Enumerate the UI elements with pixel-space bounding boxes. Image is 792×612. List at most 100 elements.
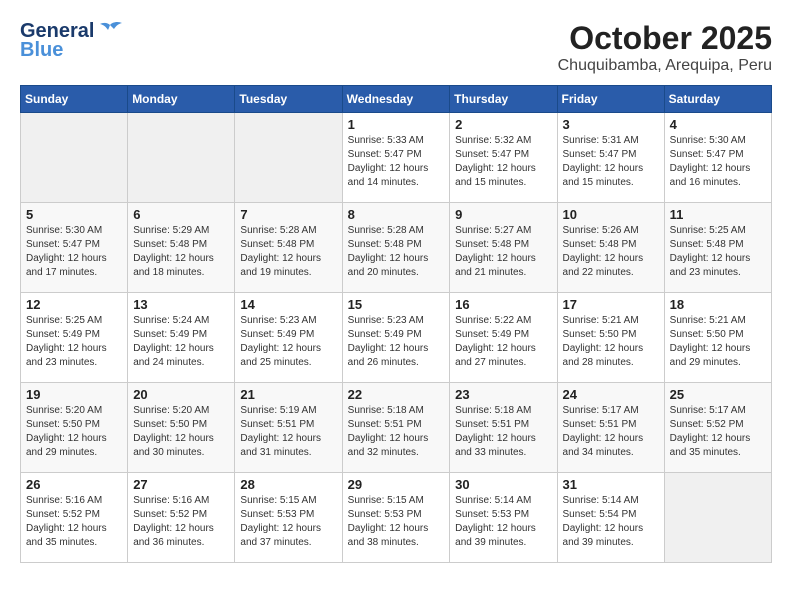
day-number: 5 (26, 207, 122, 222)
day-info: Sunrise: 5:27 AM Sunset: 5:48 PM Dayligh… (455, 224, 551, 280)
weekday-header-saturday: Saturday (664, 86, 771, 113)
weekday-header-monday: Monday (128, 86, 235, 113)
calendar-cell: 24 Sunrise: 5:17 AM Sunset: 5:51 PM Dayli… (557, 383, 664, 473)
day-info: Sunrise: 5:15 AM Sunset: 5:53 PM Dayligh… (240, 494, 336, 550)
weekday-header-row: SundayMondayTuesdayWednesdayThursdayFrid… (21, 86, 772, 113)
title-section: October 2025 Chuquibamba, Arequipa, Peru (558, 20, 772, 75)
month-title: October 2025 (558, 20, 772, 57)
day-info: Sunrise: 5:15 AM Sunset: 5:53 PM Dayligh… (348, 494, 445, 550)
day-number: 2 (455, 117, 551, 132)
day-info: Sunrise: 5:21 AM Sunset: 5:50 PM Dayligh… (670, 314, 766, 370)
calendar-cell: 5 Sunrise: 5:30 AM Sunset: 5:47 PM Daylig… (21, 203, 128, 293)
week-row-1: 1 Sunrise: 5:33 AM Sunset: 5:47 PM Daylig… (21, 113, 772, 203)
logo-bird-icon (96, 21, 124, 43)
day-number: 27 (133, 477, 229, 492)
day-info: Sunrise: 5:17 AM Sunset: 5:52 PM Dayligh… (670, 404, 766, 460)
day-info: Sunrise: 5:31 AM Sunset: 5:47 PM Dayligh… (563, 134, 659, 190)
day-number: 21 (240, 387, 336, 402)
day-info: Sunrise: 5:20 AM Sunset: 5:50 PM Dayligh… (26, 404, 122, 460)
day-number: 11 (670, 207, 766, 222)
calendar-cell: 15Sunrise: 5:23 AM Sunset: 5:49 PM Dayli… (342, 293, 450, 383)
day-number: 9 (455, 207, 551, 222)
calendar-cell: 4 Sunrise: 5:30 AM Sunset: 5:47 PM Daylig… (664, 113, 771, 203)
calendar-cell: 16 Sunrise: 5:22 AM Sunset: 5:49 PM Dayli… (450, 293, 557, 383)
day-info: Sunrise: 5:14 AM Sunset: 5:54 PM Dayligh… (563, 494, 659, 550)
day-number: 20 (133, 387, 229, 402)
logo: General Blue (20, 20, 124, 62)
day-number: 25 (670, 387, 766, 402)
header: General Blue October 2025 Chuquibamba, A… (20, 20, 772, 75)
calendar-cell (664, 473, 771, 563)
day-info: Sunrise: 5:32 AM Sunset: 5:47 PM Dayligh… (455, 134, 551, 190)
day-number: 8 (348, 207, 445, 222)
day-number: 4 (670, 117, 766, 132)
day-info: Sunrise: 5:24 AM Sunset: 5:49 PM Dayligh… (133, 314, 229, 370)
day-number: 1 (348, 117, 445, 132)
weekday-header-sunday: Sunday (21, 86, 128, 113)
day-info: Sunrise: 5:30 AM Sunset: 5:47 PM Dayligh… (26, 224, 122, 280)
day-number: 3 (563, 117, 659, 132)
day-info: Sunrise: 5:29 AM Sunset: 5:48 PM Dayligh… (133, 224, 229, 280)
calendar-table: SundayMondayTuesdayWednesdayThursdayFrid… (20, 85, 772, 563)
day-info: Sunrise: 5:33 AM Sunset: 5:47 PM Dayligh… (348, 134, 445, 190)
calendar-cell: 25 Sunrise: 5:17 AM Sunset: 5:52 PM Dayli… (664, 383, 771, 473)
calendar-cell: 8 Sunrise: 5:28 AM Sunset: 5:48 PM Daylig… (342, 203, 450, 293)
day-info: Sunrise: 5:16 AM Sunset: 5:52 PM Dayligh… (26, 494, 122, 550)
day-info: Sunrise: 5:14 AM Sunset: 5:53 PM Dayligh… (455, 494, 551, 550)
calendar-cell: 29 Sunrise: 5:15 AM Sunset: 5:53 PM Dayli… (342, 473, 450, 563)
calendar-cell: 27 Sunrise: 5:16 AM Sunset: 5:52 PM Dayli… (128, 473, 235, 563)
day-number: 6 (133, 207, 229, 222)
day-info: Sunrise: 5:30 AM Sunset: 5:47 PM Dayligh… (670, 134, 766, 190)
day-number: 18 (670, 297, 766, 312)
logo-blue: Blue (20, 39, 63, 62)
day-number: 30 (455, 477, 551, 492)
calendar-cell: 13 Sunrise: 5:24 AM Sunset: 5:49 PM Dayli… (128, 293, 235, 383)
weekday-header-friday: Friday (557, 86, 664, 113)
day-number: 23 (455, 387, 551, 402)
day-info: Sunrise: 5:22 AM Sunset: 5:49 PM Dayligh… (455, 314, 551, 370)
calendar-cell: 21Sunrise: 5:19 AM Sunset: 5:51 PM Dayli… (235, 383, 342, 473)
day-number: 14 (240, 297, 336, 312)
calendar-cell: 10Sunrise: 5:26 AM Sunset: 5:48 PM Dayli… (557, 203, 664, 293)
calendar-cell (21, 113, 128, 203)
calendar-cell: 22Sunrise: 5:18 AM Sunset: 5:51 PM Dayli… (342, 383, 450, 473)
calendar-cell: 9 Sunrise: 5:27 AM Sunset: 5:48 PM Daylig… (450, 203, 557, 293)
day-info: Sunrise: 5:28 AM Sunset: 5:48 PM Dayligh… (348, 224, 445, 280)
calendar-cell: 3 Sunrise: 5:31 AM Sunset: 5:47 PM Daylig… (557, 113, 664, 203)
week-row-5: 26 Sunrise: 5:16 AM Sunset: 5:52 PM Dayli… (21, 473, 772, 563)
day-number: 16 (455, 297, 551, 312)
day-info: Sunrise: 5:17 AM Sunset: 5:51 PM Dayligh… (563, 404, 659, 460)
day-number: 29 (348, 477, 445, 492)
day-info: Sunrise: 5:26 AM Sunset: 5:48 PM Dayligh… (563, 224, 659, 280)
calendar-cell (235, 113, 342, 203)
calendar-cell: 23 Sunrise: 5:18 AM Sunset: 5:51 PM Dayli… (450, 383, 557, 473)
day-info: Sunrise: 5:25 AM Sunset: 5:48 PM Dayligh… (670, 224, 766, 280)
weekday-header-wednesday: Wednesday (342, 86, 450, 113)
day-number: 28 (240, 477, 336, 492)
day-info: Sunrise: 5:18 AM Sunset: 5:51 PM Dayligh… (348, 404, 445, 460)
day-number: 12 (26, 297, 122, 312)
day-info: Sunrise: 5:25 AM Sunset: 5:49 PM Dayligh… (26, 314, 122, 370)
day-number: 13 (133, 297, 229, 312)
day-info: Sunrise: 5:28 AM Sunset: 5:48 PM Dayligh… (240, 224, 336, 280)
calendar-cell: 6 Sunrise: 5:29 AM Sunset: 5:48 PM Daylig… (128, 203, 235, 293)
day-number: 7 (240, 207, 336, 222)
day-number: 31 (563, 477, 659, 492)
day-info: Sunrise: 5:18 AM Sunset: 5:51 PM Dayligh… (455, 404, 551, 460)
calendar-cell: 2 Sunrise: 5:32 AM Sunset: 5:47 PM Daylig… (450, 113, 557, 203)
day-number: 26 (26, 477, 122, 492)
day-info: Sunrise: 5:16 AM Sunset: 5:52 PM Dayligh… (133, 494, 229, 550)
day-number: 17 (563, 297, 659, 312)
week-row-4: 19 Sunrise: 5:20 AM Sunset: 5:50 PM Dayli… (21, 383, 772, 473)
weekday-header-tuesday: Tuesday (235, 86, 342, 113)
calendar-cell: 12 Sunrise: 5:25 AM Sunset: 5:49 PM Dayli… (21, 293, 128, 383)
day-info: Sunrise: 5:21 AM Sunset: 5:50 PM Dayligh… (563, 314, 659, 370)
day-info: Sunrise: 5:23 AM Sunset: 5:49 PM Dayligh… (240, 314, 336, 370)
calendar-cell: 30 Sunrise: 5:14 AM Sunset: 5:53 PM Dayli… (450, 473, 557, 563)
day-info: Sunrise: 5:20 AM Sunset: 5:50 PM Dayligh… (133, 404, 229, 460)
day-number: 24 (563, 387, 659, 402)
calendar-cell: 7 Sunrise: 5:28 AM Sunset: 5:48 PM Daylig… (235, 203, 342, 293)
day-number: 19 (26, 387, 122, 402)
week-row-2: 5 Sunrise: 5:30 AM Sunset: 5:47 PM Daylig… (21, 203, 772, 293)
day-number: 15 (348, 297, 445, 312)
